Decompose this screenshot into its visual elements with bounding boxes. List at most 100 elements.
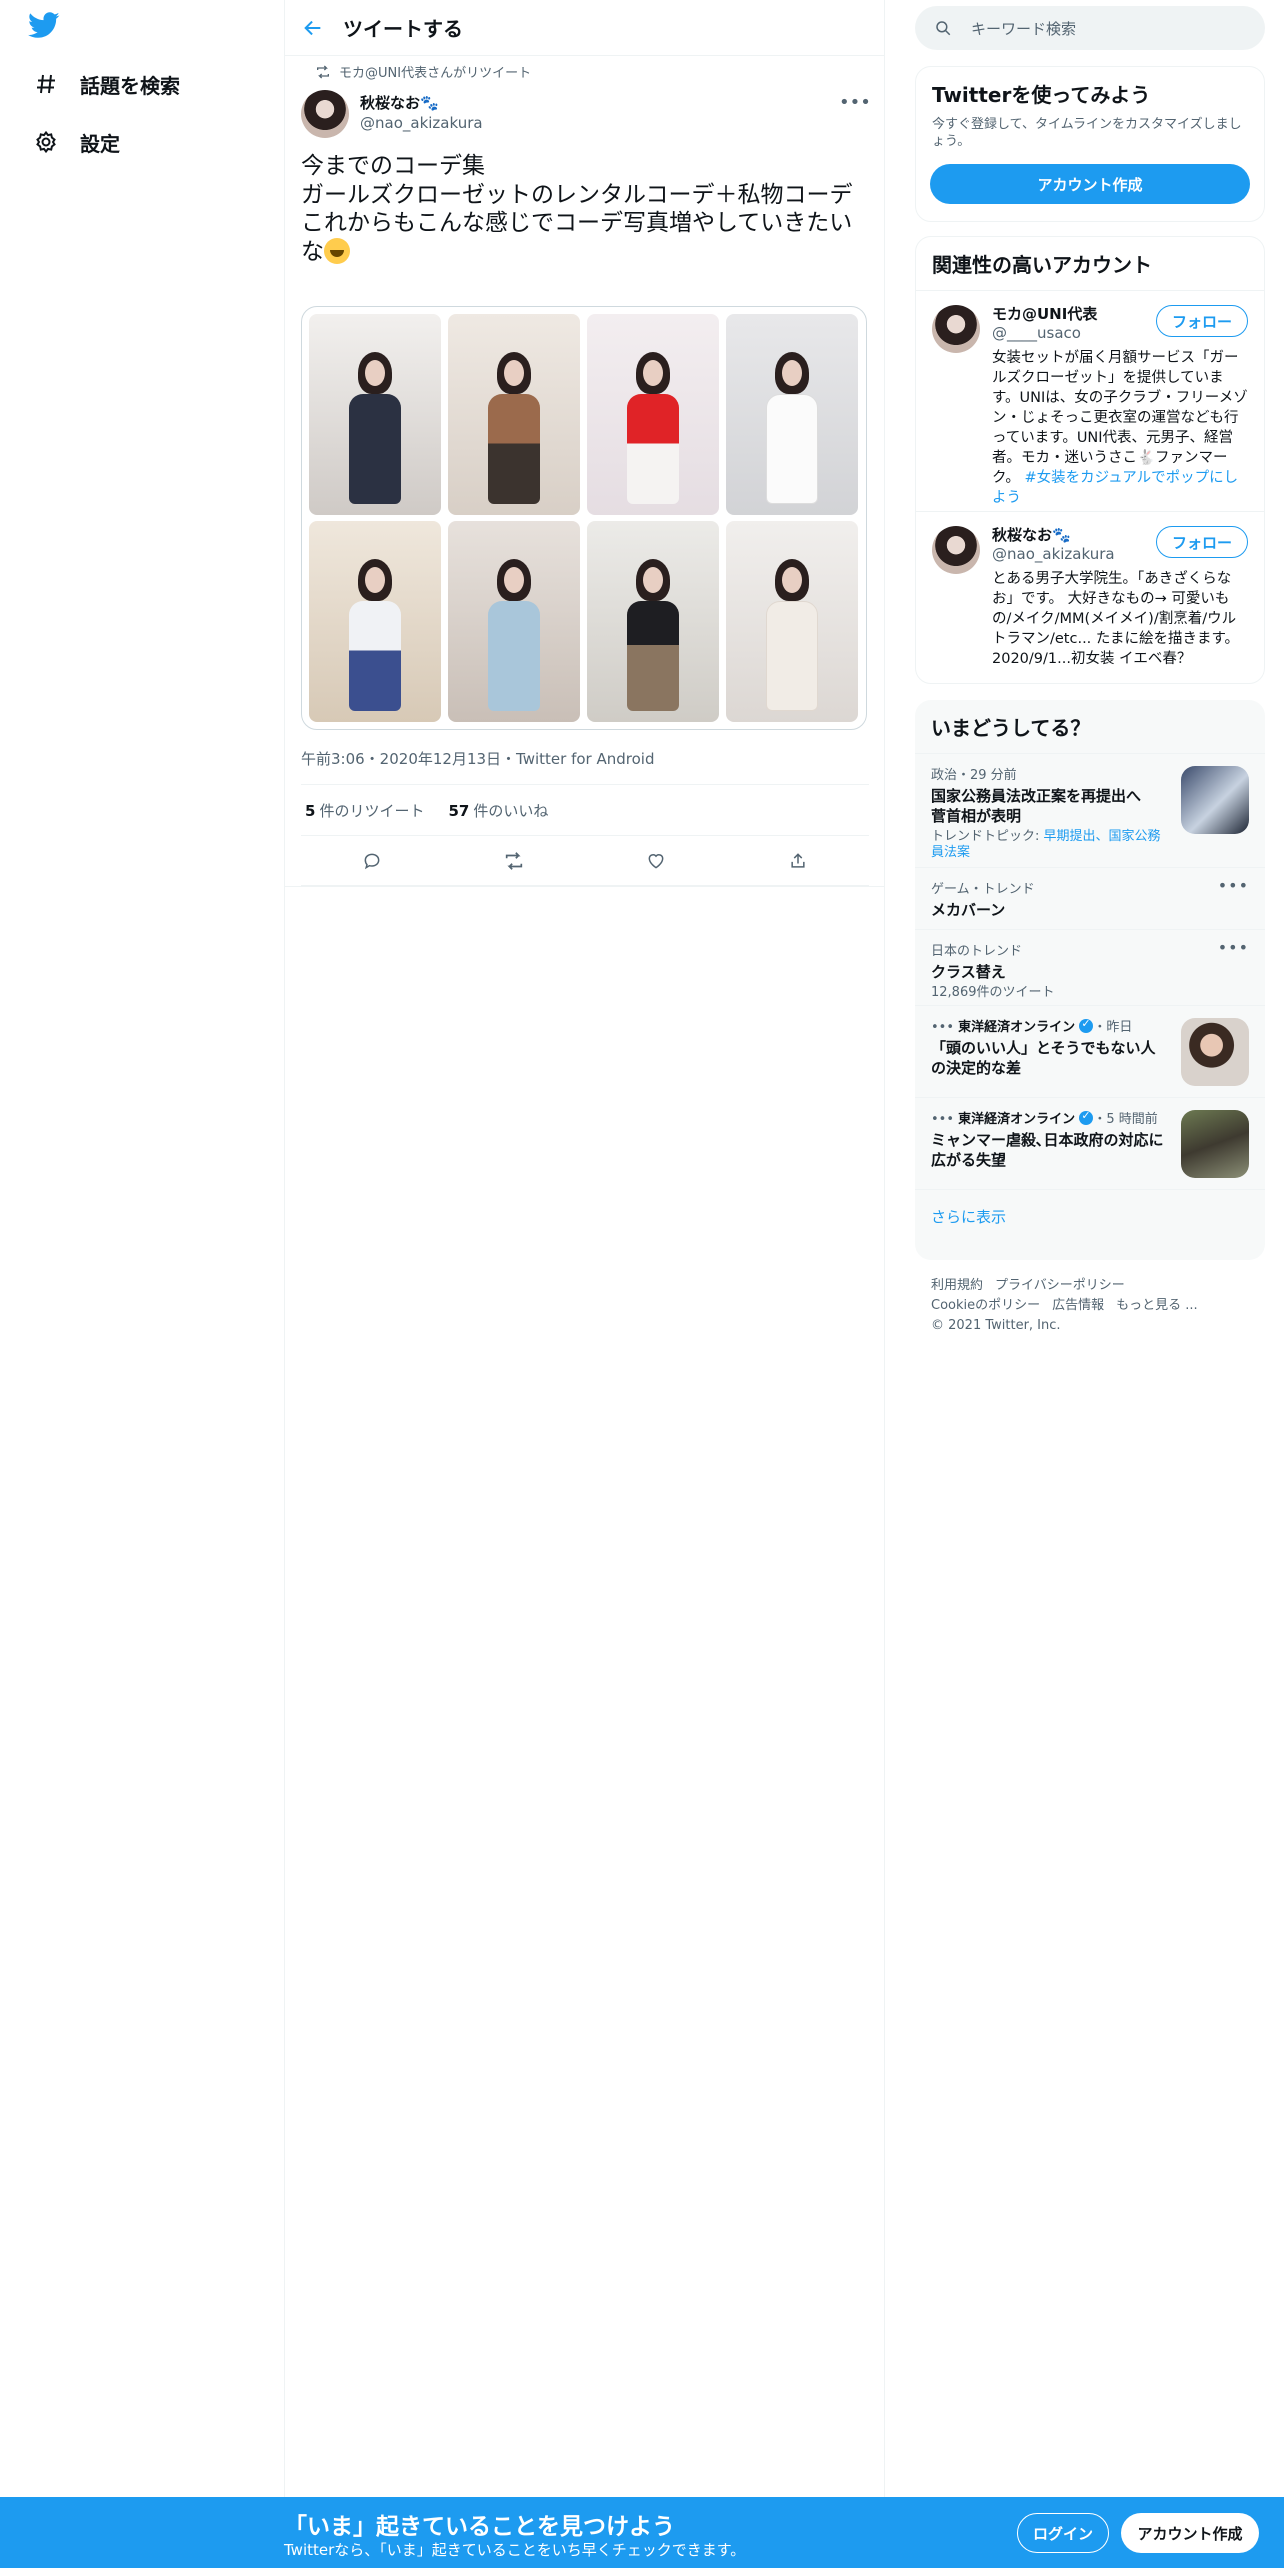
news-time: ・昨日 <box>1093 1020 1133 1035</box>
footer-link[interactable]: 広告情報 <box>1052 1298 1104 1313</box>
trends-title: いまどうしてる？ <box>931 716 1091 740</box>
signup-card: Twitterを使ってみよう 今すぐ登録して、タイムラインをカスタマイズしましょ… <box>915 66 1265 222</box>
page-title: ツイートする <box>343 17 463 41</box>
avatar[interactable] <box>932 305 980 353</box>
login-button[interactable]: ログイン <box>1017 2513 1109 2553</box>
retweet-button-icon[interactable] <box>497 844 531 878</box>
trend-context: ゲーム・トレンド <box>931 882 1035 897</box>
reply-icon[interactable] <box>355 844 389 878</box>
account-bio: 女装セットが届く月額サービス「ガールズクローゼット」を提供しています。UNIは、… <box>992 348 1248 508</box>
trend-title: メカバーン <box>931 901 1006 919</box>
account-bio: とある男子大学院生。「あきざくらなお」です。 大好きなもの→ 可愛いもの/メイク… <box>992 571 1240 667</box>
retweet-context[interactable]: モカ@UNI代表さんがリツイート <box>299 62 531 81</box>
footer-link[interactable]: 利用規約 <box>931 1278 983 1293</box>
media-photo-5[interactable] <box>309 521 441 722</box>
signup-button[interactable]: アカウント作成 <box>1121 2513 1259 2553</box>
footer: 利用規約 プライバシーポリシー Cookieのポリシー 広告情報 もっと見る ... … <box>931 1276 1261 1336</box>
main-header: ツイートする <box>285 0 884 56</box>
show-more-link[interactable]: さらに表示 <box>915 1189 1265 1243</box>
media-photo-7[interactable] <box>587 521 719 722</box>
bottom-bar-subtitle: Twitterなら、「いま」起きていることをいち早くチェックできます。 <box>284 2541 746 2559</box>
share-icon[interactable] <box>781 844 815 878</box>
retweets-label: 件のリツイート <box>319 801 425 820</box>
nav-explore[interactable]: 話題を検索 <box>32 62 180 106</box>
back-button[interactable] <box>285 0 341 56</box>
media-photo-4[interactable] <box>726 314 858 515</box>
news-thumbnail <box>1181 1110 1249 1178</box>
trend-subtitle: トレンドトピック: 早期提出、国家公務員法案 <box>931 829 1161 861</box>
divider <box>285 886 885 887</box>
copyright: © 2021 Twitter, Inc. <box>931 1318 1061 1333</box>
trend-item[interactable]: 日本のトレンド クラス替え 12,869件のツイート ••• <box>915 929 1265 1005</box>
likes-stat[interactable]: 57 件のいいね <box>448 800 548 821</box>
tweet-text-container: 今までのコーデ集 ガールズクローゼットのレンタルコーデ＋私物コーデ これからもこ… <box>301 152 861 266</box>
footer-link[interactable]: Cookieのポリシー <box>931 1298 1040 1313</box>
left-sidebar: 話題を検索 設定 <box>0 0 285 2500</box>
search-placeholder: キーワード検索 <box>971 19 1077 38</box>
arrow-left-icon <box>304 20 321 35</box>
nav-settings[interactable]: 設定 <box>32 120 120 164</box>
more-options-icon[interactable]: ••• <box>1218 876 1249 895</box>
news-time: ・5 時間前 <box>1093 1112 1158 1127</box>
signup-card-subtitle: 今すぐ登録して、タイムラインをカスタマイズしましょう。 <box>932 117 1242 149</box>
trend-item[interactable]: ゲーム・トレンド メカバーン ••• <box>915 867 1265 929</box>
retweet-icon <box>299 64 339 80</box>
tweet-media-grid <box>301 306 867 730</box>
grinning-face-icon <box>324 237 350 264</box>
likes-label: 件のいいね <box>473 801 549 820</box>
bottom-signup-bar: 「いま」起きていることを見つけよう Twitterなら、「いま」起きていることを… <box>0 2497 1284 2568</box>
media-photo-6[interactable] <box>448 521 580 722</box>
news-item[interactable]: ••• 東洋経済オンライン ・昨日 「頭のいい人」とそうでもない人の決定的な差 <box>915 1005 1265 1097</box>
hashtag-icon <box>32 70 60 98</box>
media-photo-1[interactable] <box>309 314 441 515</box>
footer-link[interactable]: もっと見る ... <box>1116 1298 1198 1313</box>
news-source-name: 東洋経済オンライン <box>958 1020 1076 1035</box>
nav-explore-label: 話題を検索 <box>80 73 180 98</box>
tweet-stats: 5 件のリツイート 57 件のいいね <box>301 784 869 836</box>
tweet-timestamp[interactable]: 午前3:06・2020年12月13日・Twitter for Android <box>301 748 654 769</box>
news-title: 「頭のいい人」とそうでもない人の決定的な差 <box>931 1039 1156 1077</box>
avatar[interactable] <box>301 90 349 138</box>
related-title: 関連性の高いアカウント <box>932 253 1152 277</box>
retweets-stat[interactable]: 5 件のリツイート <box>305 800 424 821</box>
news-thumbnail <box>1181 1018 1249 1086</box>
more-options-icon[interactable]: ••• <box>839 92 871 116</box>
media-photo-3[interactable] <box>587 314 719 515</box>
more-options-icon[interactable]: ••• <box>1218 938 1249 957</box>
trend-title: クラス替え <box>931 963 1006 981</box>
account-bio-text: 女装セットが届く月額サービス「ガールズクローゼット」を提供しています。UNIは、… <box>992 350 1248 486</box>
news-source-name: 東洋経済オンライン <box>958 1112 1076 1127</box>
likes-count: 57 <box>448 801 470 820</box>
media-photo-8[interactable] <box>726 521 858 722</box>
create-account-button[interactable]: アカウント作成 <box>930 164 1250 204</box>
related-accounts-card: 関連性の高いアカウント モカ@UNI代表 @____usaco 女装セットが届く… <box>915 236 1265 684</box>
trend-item[interactable]: 政治・29 分前 国家公務員法改正案を再提出へ 菅首相が表明 トレンドトピック:… <box>915 753 1265 867</box>
tweet-text: 今までのコーデ集 ガールズクローゼットのレンタルコーデ＋私物コーデ これからもこ… <box>301 153 853 265</box>
trend-context: 日本のトレンド <box>931 944 1023 959</box>
follow-button[interactable]: フォロー <box>1156 526 1248 558</box>
heart-icon[interactable] <box>639 844 673 878</box>
trend-thumbnail <box>1181 766 1249 834</box>
search-input[interactable]: キーワード検索 <box>915 6 1265 50</box>
media-photo-2[interactable] <box>448 314 580 515</box>
author-name[interactable]: 秋桜なお🐾 <box>360 92 439 113</box>
verified-icon <box>1079 1017 1094 1033</box>
tweet-actions <box>301 836 869 886</box>
trend-tweet-count: 12,869件のツイート <box>931 985 1055 1000</box>
author-handle[interactable]: @nao_akizakura <box>360 114 483 132</box>
twitter-logo-icon[interactable] <box>28 12 64 42</box>
trend-title: 国家公務員法改正案を再提出へ 菅首相が表明 <box>931 787 1142 825</box>
news-item[interactable]: ••• 東洋経済オンライン ・5 時間前 ミャンマー虐殺､日本政府の対応に広がる… <box>915 1097 1265 1189</box>
bottom-bar-title: 「いま」起きていることを見つけよう <box>284 2514 675 2540</box>
avatar[interactable] <box>932 526 980 574</box>
account-bio-hashtag[interactable]: #女装をカジュアルでポップにしよう <box>992 470 1238 506</box>
account-item[interactable]: 秋桜なお🐾 @nao_akizakura とある男子大学院生。「あきざくらなお」… <box>916 511 1264 675</box>
follow-button[interactable]: フォロー <box>1156 305 1248 337</box>
page: 話題を検索 設定 ツイートする モカ@UNI代表さんがリツイート 秋桜なお🐾 @… <box>0 0 1284 2568</box>
account-item[interactable]: モカ@UNI代表 @____usaco 女装セットが届く月額サービス「ガールズク… <box>916 290 1264 511</box>
trends-card: いまどうしてる？ 政治・29 分前 国家公務員法改正案を再提出へ 菅首相が表明 … <box>915 700 1265 1260</box>
trend-sub-prefix: トレンドトピック: <box>931 829 1044 844</box>
gear-icon <box>32 128 60 156</box>
footer-link[interactable]: プライバシーポリシー <box>995 1278 1125 1293</box>
retweets-count: 5 <box>305 801 316 820</box>
